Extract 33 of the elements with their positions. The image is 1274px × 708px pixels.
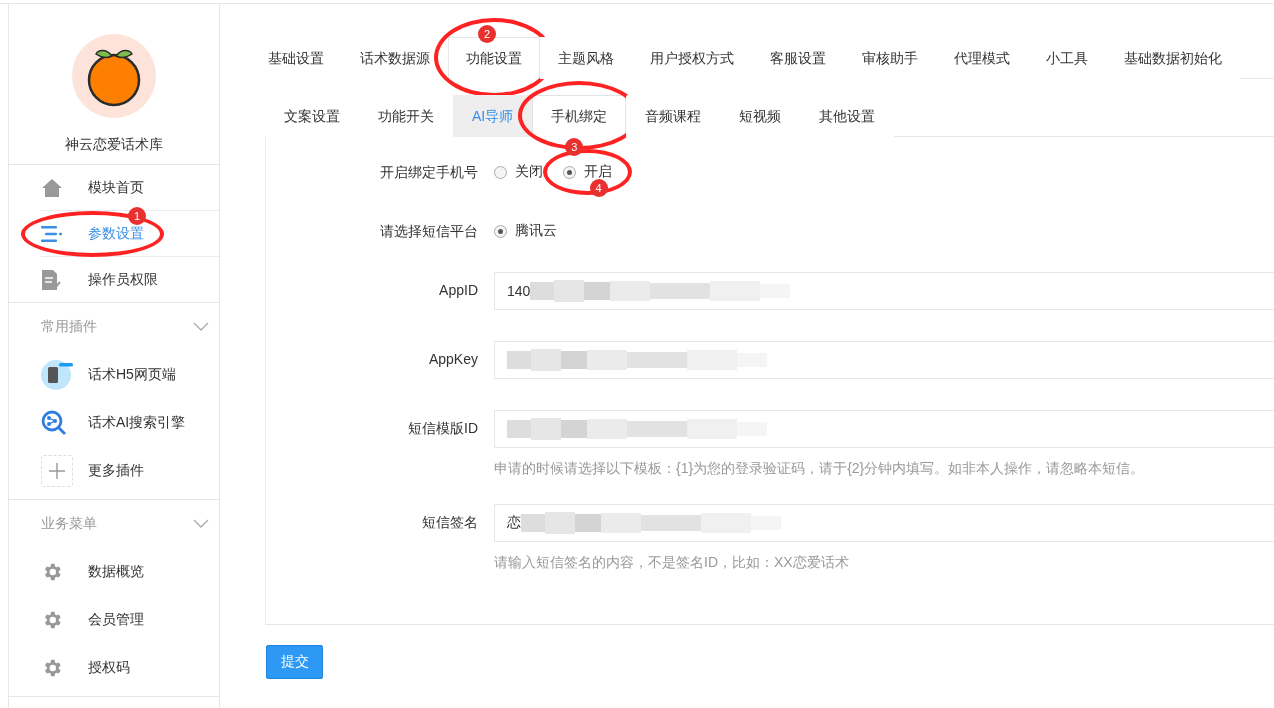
sub-tab[interactable]: 音频课程: [626, 95, 721, 137]
annotation-badge: 2: [478, 25, 496, 43]
group-title: 业务菜单: [41, 515, 97, 533]
sidebar-item[interactable]: 话术H5网页端: [9, 351, 219, 399]
input-field[interactable]: 140: [494, 272, 1274, 310]
form-label: 短信签名: [421, 513, 478, 532]
form-label: AppID: [438, 281, 478, 300]
sidebar-item[interactable]: 模块首页: [41, 177, 144, 198]
tab[interactable]: 主题风格: [540, 37, 632, 79]
radio-label: 关闭: [515, 163, 543, 181]
annotation-badge: 3: [565, 138, 584, 156]
group-title: 常用插件: [41, 318, 97, 336]
radio-label: 开启: [584, 163, 612, 181]
profile-name: 神云恋爱话术库: [65, 136, 163, 154]
input-field[interactable]: 恋: [494, 504, 1274, 542]
form-label: 开启绑定手机号: [379, 163, 478, 182]
sidebar-item[interactable]: 更多插件: [9, 447, 219, 495]
sidebar-item[interactable]: 参数设置: [41, 224, 144, 243]
sidebar-item[interactable]: 会员管理: [9, 596, 219, 644]
annotation-badge: 1: [128, 206, 146, 225]
radio-label: 腾讯云: [515, 222, 557, 240]
annotation-badge: 4: [589, 179, 608, 197]
field-hint: 申请的时候请选择以下模板：{1}为您的登录验证码，请于{2}分钟内填写。如非本人操作，请忽略本短信。: [494, 460, 1146, 478]
field-hint: 请输入短信签名的内容，不是签名ID，比如：XX恋爱话术: [494, 554, 850, 572]
sub-tab[interactable]: 手机绑定: [532, 95, 627, 137]
sidebar-item[interactable]: 操作员权限: [41, 268, 158, 291]
sidebar-item[interactable]: 话术AI搜索引擎: [9, 399, 219, 447]
form-label: 短信模版ID: [407, 419, 478, 438]
sidebar-item[interactable]: 授权码: [9, 644, 219, 692]
tab[interactable]: 功能设置: [448, 37, 540, 80]
sidebar-item[interactable]: 数据概览: [9, 548, 219, 596]
form-label: 请选择短信平台: [379, 222, 478, 241]
form-label: AppKey: [427, 350, 478, 369]
